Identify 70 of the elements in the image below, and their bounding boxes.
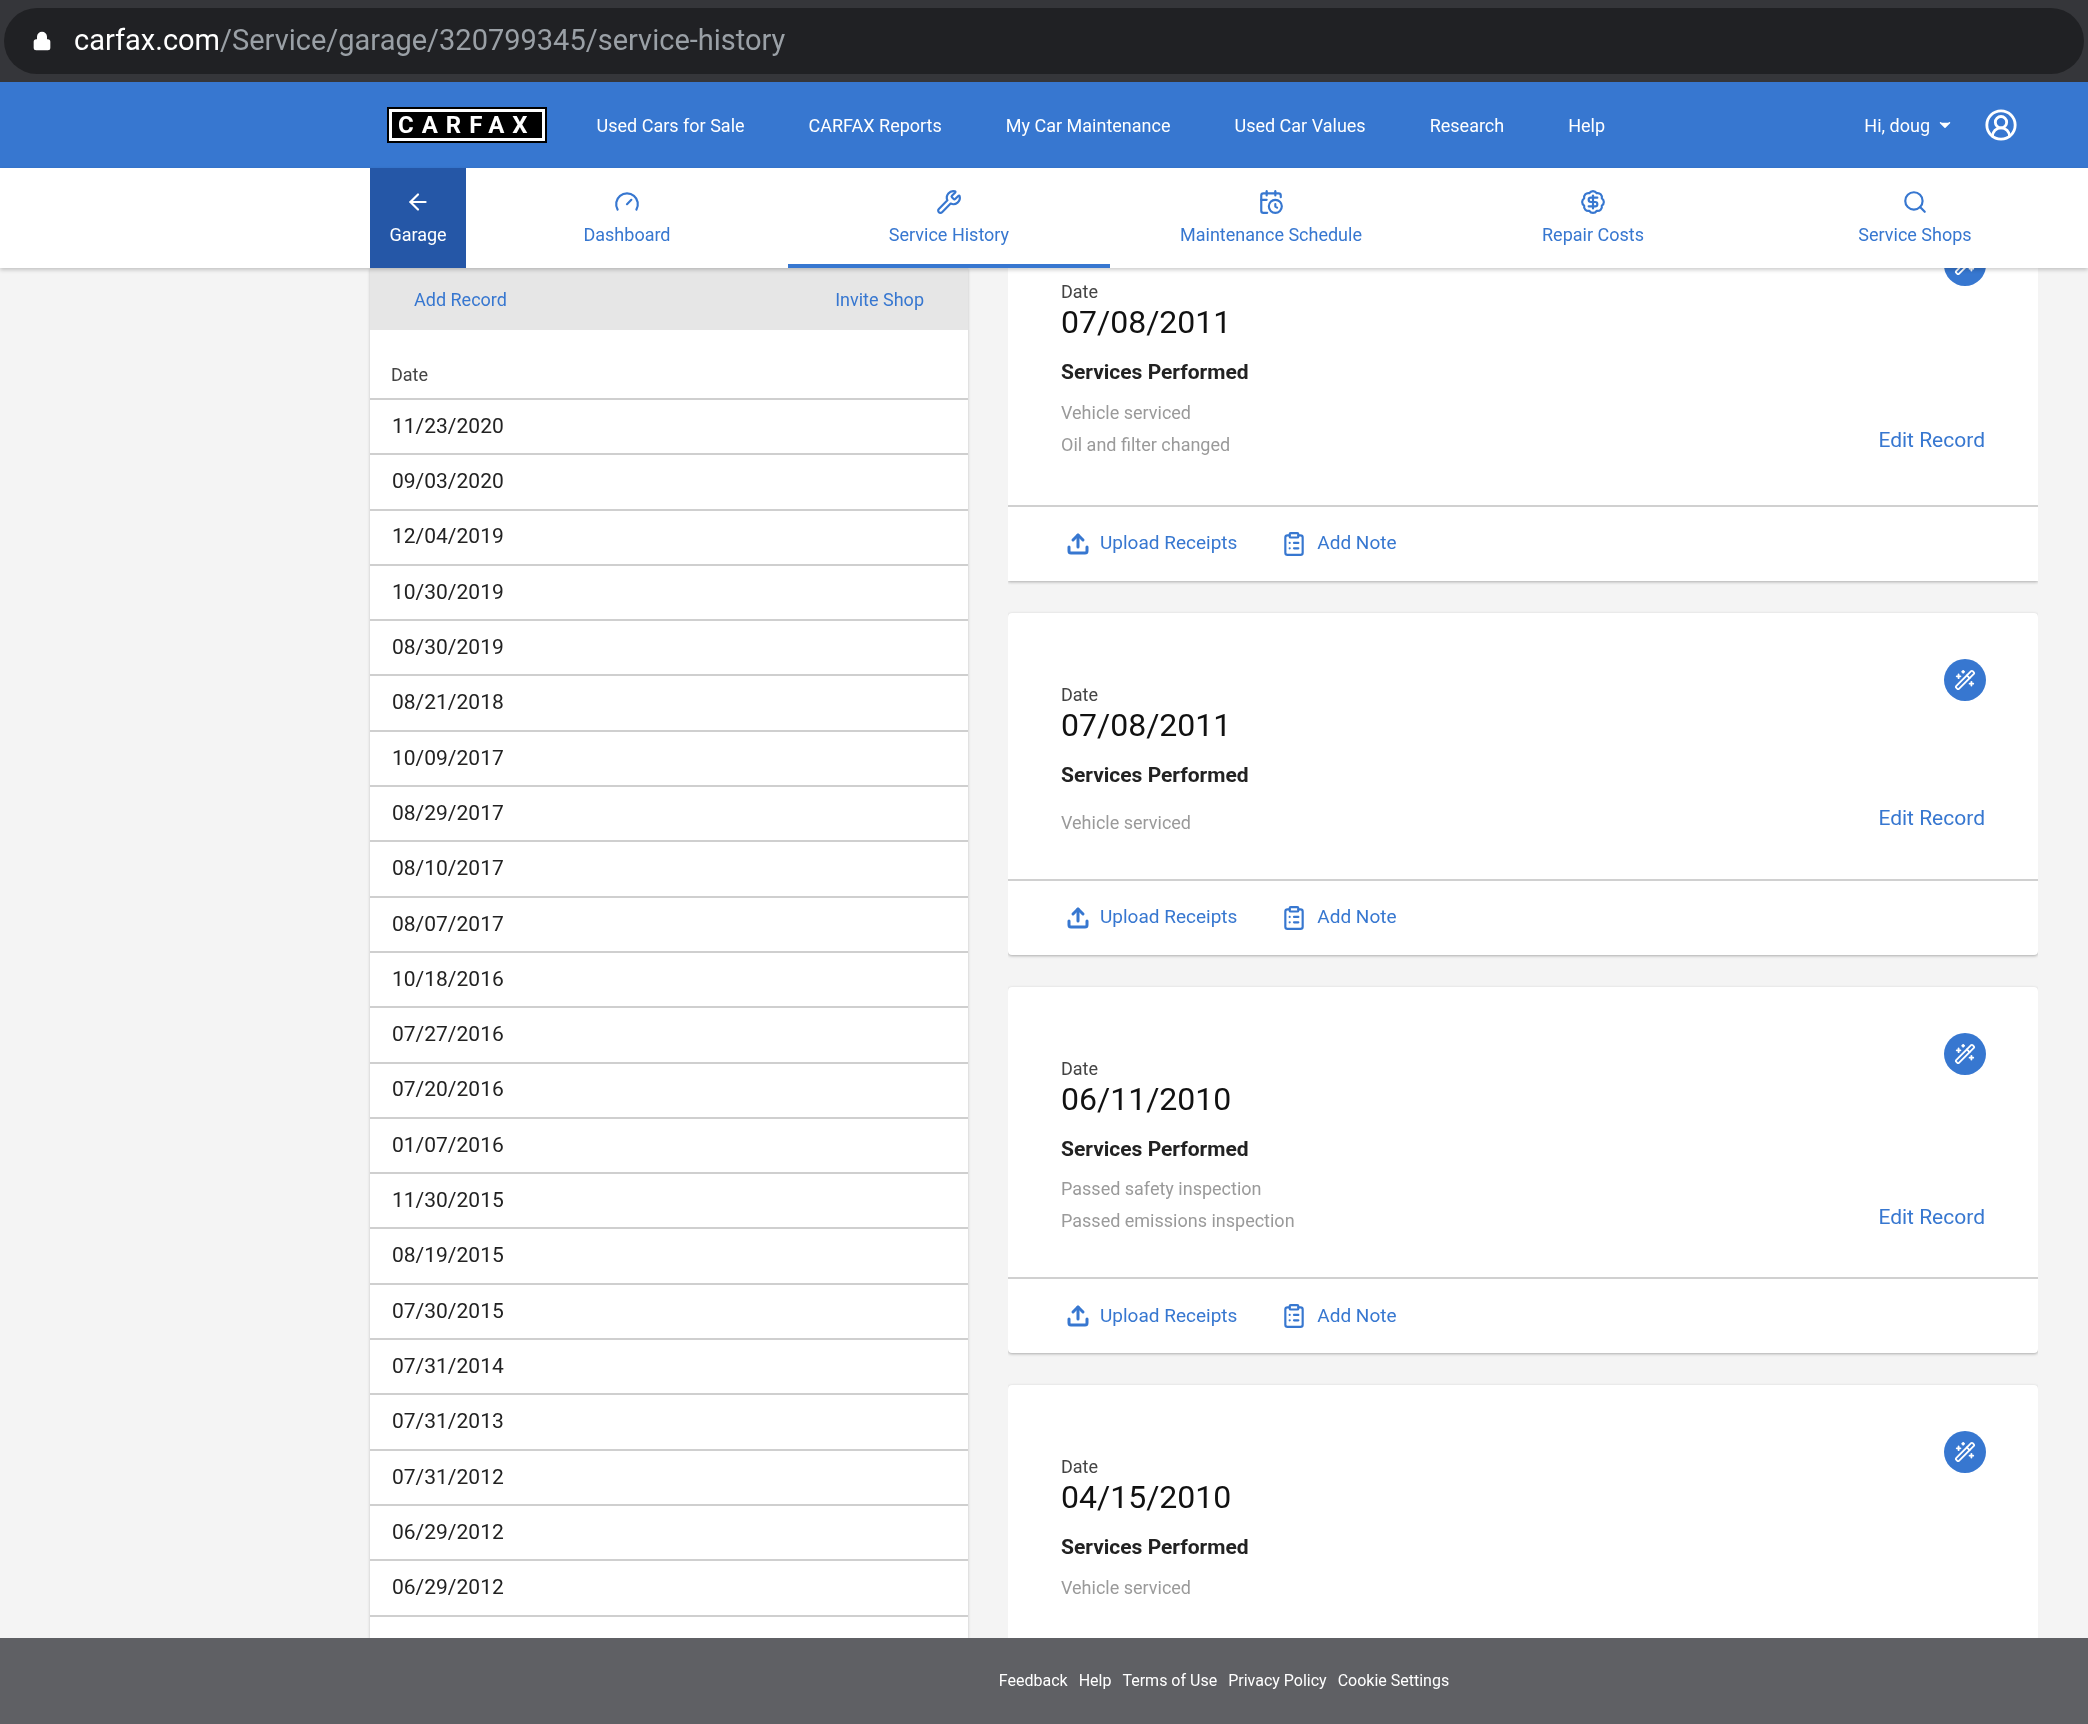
date-row[interactable]: 10/30/2019 [370,565,968,622]
upload-receipts-link[interactable]: Upload Receipts [1066,903,1238,932]
nav-link[interactable]: Help [1568,111,1606,139]
date-row[interactable]: 06/29/2012 [370,1505,968,1562]
column-header: Date [370,330,968,400]
date-row[interactable]: 08/10/2017 [370,842,968,898]
services-heading: Services Performed [1061,1135,1250,1163]
upload-receipts-link[interactable]: Upload Receipts [1066,1301,1238,1331]
date-label: Date [1061,1056,1100,1081]
date-label: Date [1061,280,1100,304]
service-item: Vehicle serviced [1061,810,1192,835]
nav-tab[interactable]: Dashboard [466,168,788,268]
user-menu[interactable]: Hi, doug [1864,111,1954,139]
nav-tab[interactable]: Service Shops [1754,168,2076,268]
nav-link[interactable]: My Car Maintenance [1005,111,1171,139]
nav-link[interactable]: CARFAX Reports [808,111,942,139]
record-date: 07/08/2011 [1061,305,1233,339]
carfax-logo[interactable]: CARFAX [389,109,545,141]
date-label: Date [1061,682,1100,707]
sidebar-action-link[interactable]: Add Record [414,285,507,313]
edit-record-link[interactable]: Edit Record [1878,803,1985,835]
sidebar-action-link[interactable]: Invite Shop [835,285,924,313]
edit-record-link[interactable]: Edit Record [1878,425,1985,457]
nav-link[interactable]: Used Cars for Sale [596,111,745,139]
add-note-link[interactable]: Add Note [1281,529,1397,558]
services-heading: Services Performed [1061,1534,1250,1561]
edit-record-link[interactable]: Edit Record [1878,1201,1985,1233]
footer-link[interactable]: Feedback [998,1669,1068,1693]
nav-tab[interactable]: Maintenance Schedule [1110,168,1432,268]
record-date: 04/15/2010 [1061,1480,1233,1514]
services-heading: Services Performed [1061,359,1250,386]
date-row[interactable]: 09/03/2020 [370,455,968,511]
date-row[interactable]: 08/19/2015 [370,1229,968,1285]
nav-link[interactable]: Research [1429,111,1505,139]
footer-link[interactable]: Terms of Use [1122,1669,1218,1693]
footer-link[interactable]: Privacy Policy [1228,1669,1327,1693]
date-row[interactable]: 08/30/2019 [370,621,968,677]
add-note-link[interactable]: Add Note [1281,903,1397,932]
nav-tab[interactable]: Repair Costs [1432,168,1754,268]
footer-link[interactable]: Cookie Settings [1337,1669,1450,1693]
services-heading: Services Performed [1061,761,1250,789]
date-row[interactable]: 07/31/2013 [370,1395,968,1451]
date-row[interactable]: 10/09/2017 [370,731,968,788]
date-row[interactable]: 07/31/2012 [370,1450,968,1506]
date-row[interactable]: 08/29/2017 [370,787,968,843]
add-note-link[interactable]: Add Note [1281,1301,1397,1331]
upload-receipts-link[interactable]: Upload Receipts [1066,529,1238,558]
date-label: Date [1061,1455,1100,1479]
service-item: Vehicle serviced [1061,1575,1192,1600]
date-row[interactable]: 07/27/2016 [370,1008,968,1064]
date-row[interactable]: 11/30/2015 [370,1174,968,1230]
date-row[interactable]: 12/04/2019 [370,510,968,566]
date-row[interactable]: 01/07/2016 [370,1118,968,1175]
date-row[interactable]: 07/31/2014 [370,1340,968,1396]
date-row[interactable]: 10/18/2016 [370,952,968,1009]
nav-link[interactable]: Used Car Values [1234,111,1366,139]
date-row[interactable]: 08/21/2018 [370,676,968,732]
date-row[interactable]: 08/07/2017 [370,897,968,953]
date-row[interactable]: 07/30/2015 [370,1284,968,1341]
service-item: Passed emissions inspection [1061,1209,1295,1233]
service-item: Passed safety inspection [1061,1177,1263,1201]
date-row[interactable]: 11/23/2020 [370,400,968,456]
date-row[interactable]: 07/20/2016 [370,1063,968,1119]
nav-tab[interactable]: Garage [370,168,466,268]
footer-link[interactable]: Help [1078,1669,1112,1693]
record-date: 06/11/2010 [1061,1081,1233,1116]
service-item: Oil and filter changed [1061,432,1231,457]
record-date: 07/08/2011 [1061,707,1233,742]
service-item: Vehicle serviced [1061,400,1193,425]
date-row[interactable]: 06/29/2012 [370,1561,968,1617]
